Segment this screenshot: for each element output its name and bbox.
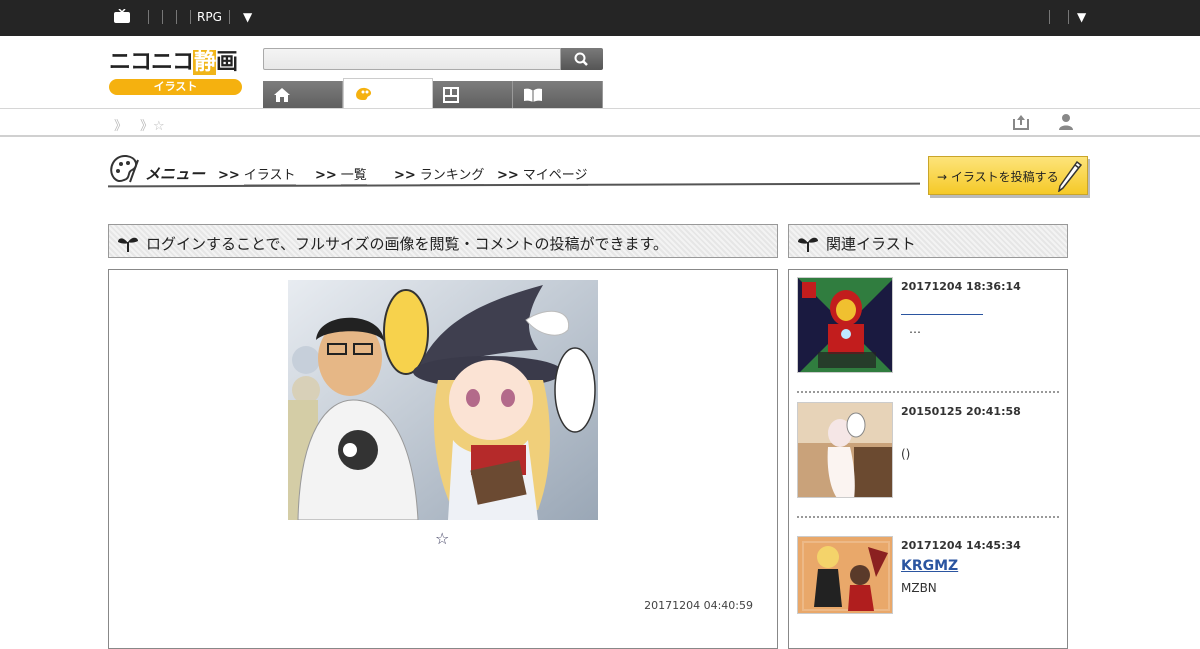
divider [797,391,1059,393]
palette-menu-icon [110,154,139,183]
related-title-link[interactable] [901,299,983,315]
related-header: 関連イラスト [788,224,1068,258]
related-description: () [901,447,911,461]
divider [797,516,1059,518]
related-description: … [909,322,921,336]
niconico-seiga-logo[interactable]: ニコニコ静画 イラスト [109,48,243,96]
niconico-tv-icon[interactable] [113,9,131,24]
tab-book[interactable] [513,81,603,109]
search-button[interactable] [561,48,603,70]
manga-icon [443,87,459,103]
top-navigation-bar: RPG ▼ ▼ [0,0,1200,36]
related-title-link[interactable]: KRGMZ [901,558,958,574]
related-date: 20150125 20:41:58 [901,405,1021,418]
logo-illust-pill: イラスト [109,79,242,95]
related-thumbnail[interactable] [797,402,893,498]
login-notice-header: ログインすることで、フルサイズの画像を閲覧・コメントの投稿ができます。 [108,224,778,258]
menu-bar: メニュー >> イラスト >> 一覧 >> ランキング >> マイページ [108,150,920,190]
illust-artwork [288,280,598,520]
related-title: 関連イラスト [826,235,916,253]
breadcrumb-current: 》☆ [140,119,165,134]
sprout-icon [118,237,138,252]
related-description: MZBN [901,581,937,595]
illust-panel: ☆ 20171204 04:40:59 [108,269,778,649]
login-notice-text: ログインすることで、フルサイズの画像を閲覧・コメントの投稿ができます。 [146,235,669,253]
book-icon [524,88,542,102]
user-menu-dropdown-icon[interactable]: ▼ [1077,10,1086,24]
topbar-rpg-link[interactable]: RPG [197,10,222,24]
search-input[interactable] [263,48,561,70]
related-date: 20171204 18:36:14 [901,280,1021,293]
menu-link-mypage[interactable]: >> マイページ [497,164,588,186]
related-thumbnail[interactable] [797,277,893,373]
illust-date: 20171204 04:40:59 [644,599,753,612]
sprout-icon [798,237,818,252]
palette-icon [356,87,372,100]
menu-divider [108,182,920,188]
tab-home[interactable] [263,81,343,109]
upload-icon[interactable] [1012,113,1030,131]
home-icon [274,88,290,102]
illust-image[interactable] [288,280,598,520]
post-illust-button[interactable]: → イラストを投稿する [928,156,1088,195]
related-thumbnail[interactable] [797,536,893,614]
menu-link-ranking[interactable]: >> ランキング [394,164,485,186]
menu-link-illust[interactable]: >> イラスト [218,164,296,186]
related-date: 20171204 14:45:34 [901,539,1021,552]
related-list: 20171204 18:36:14 … 20150125 20:41:58 () [788,269,1068,649]
menu-link-list[interactable]: >> 一覧 [315,164,367,186]
user-icon[interactable] [1057,113,1075,131]
tab-illust[interactable] [343,78,433,109]
pen-icon [1058,160,1083,192]
topbar-dropdown-icon[interactable]: ▼ [243,10,252,24]
favorite-star-icon[interactable]: ☆ [435,529,449,548]
tab-manga[interactable] [433,81,513,109]
breadcrumb-separator: 》 [114,119,128,134]
breadcrumb: 》 》☆ [0,108,1200,137]
menu-title: メニュー [145,165,206,183]
search-icon [574,52,588,66]
logo-text: ニコニコ静画 [109,50,238,75]
